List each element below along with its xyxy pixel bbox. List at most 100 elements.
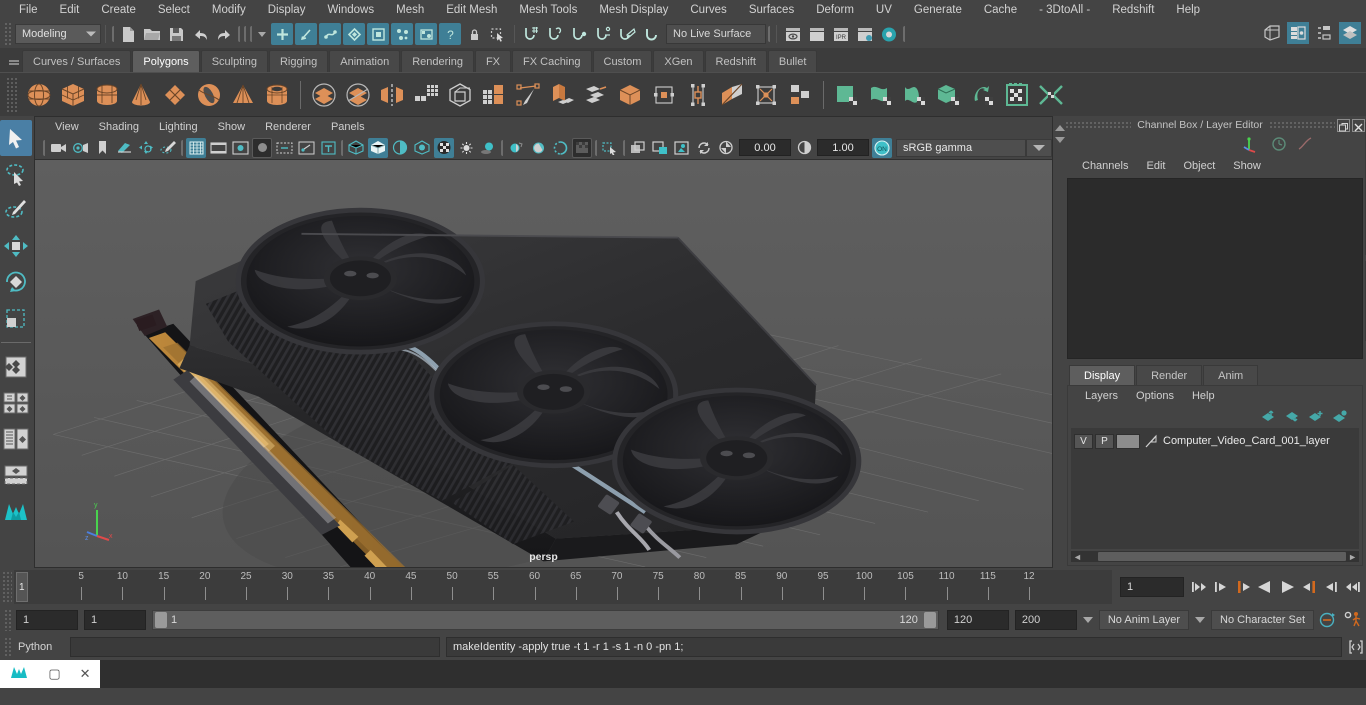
layer-row[interactable]: V P Computer_Video_Card_001_layer (1074, 431, 1356, 451)
separate-icon[interactable] (341, 76, 375, 114)
select-by-hierarchy-icon[interactable] (271, 23, 293, 45)
go-to-start-icon[interactable] (1190, 577, 1208, 597)
3d-viewport-canvas[interactable]: x y z persp (35, 160, 1052, 567)
snap-curve-icon[interactable] (544, 23, 566, 45)
outliner-persp-layout[interactable] (0, 421, 32, 457)
append-polygon-icon[interactable] (647, 76, 681, 114)
scroll-right-arrow[interactable]: ► (1346, 552, 1359, 562)
sculpt-mirror-icon[interactable] (1034, 76, 1068, 114)
render-settings-icon[interactable] (854, 23, 876, 45)
rotate-tool[interactable] (0, 264, 32, 300)
status-line-grip[interactable] (4, 22, 12, 46)
channel-box-menu-show[interactable]: Show (1224, 160, 1270, 172)
new-layer-from-selected-icon[interactable] (1332, 409, 1348, 423)
step-back-keyframe-icon[interactable] (1212, 577, 1230, 597)
select-by-component-icon[interactable] (319, 23, 341, 45)
render-view-icon[interactable] (782, 23, 804, 45)
command-input-field[interactable] (70, 637, 440, 657)
curve-icon[interactable] (1297, 136, 1313, 152)
layer-menu-layers[interactable]: Layers (1076, 390, 1127, 402)
layer-shading-icon[interactable] (1143, 434, 1159, 449)
restore-button[interactable] (1337, 118, 1350, 132)
mirror-icon[interactable] (375, 76, 409, 114)
hypershade-icon[interactable] (878, 23, 900, 45)
menu-item-windows[interactable]: Windows (316, 0, 385, 20)
scrollbar-thumb[interactable] (1097, 552, 1347, 561)
shelf-tab-fx-caching[interactable]: FX Caching (512, 50, 592, 72)
four-view-layout[interactable] (0, 385, 32, 421)
shelf-tab-sculpting[interactable]: Sculpting (200, 50, 268, 72)
use-default-material-icon[interactable] (412, 138, 432, 158)
new-layer-icon[interactable] (1308, 410, 1324, 423)
menu-item-uv[interactable]: UV (865, 0, 903, 20)
combine-icon[interactable] (307, 76, 341, 114)
redo-icon[interactable] (213, 23, 235, 45)
isolate-select-icon[interactable] (572, 137, 592, 158)
toolbar-grip[interactable] (110, 25, 116, 43)
toolbar-grip-5[interactable] (766, 25, 772, 43)
viewport-toolbar-grip-3[interactable] (339, 139, 345, 157)
app-icon[interactable] (9, 663, 29, 686)
new-scene-icon[interactable] (117, 23, 139, 45)
reduce-icon[interactable] (477, 76, 511, 114)
grease-pencil-icon[interactable] (158, 138, 178, 158)
xray-joint-icon[interactable] (650, 138, 670, 158)
shelf-tab-fx[interactable]: FX (474, 50, 512, 72)
panel-grip-left[interactable] (1065, 121, 1132, 129)
shelf-tab-rigging[interactable]: Rigging (268, 50, 329, 72)
poly-cylinder-icon[interactable] (90, 76, 124, 114)
layer-color-swatch[interactable] (1116, 433, 1140, 449)
menu-item-mesh-tools[interactable]: Mesh Tools (508, 0, 588, 20)
menu-item-help[interactable]: Help (1165, 0, 1211, 20)
menu-item-surfaces[interactable]: Surfaces (738, 0, 805, 20)
menu-item-mesh-display[interactable]: Mesh Display (588, 0, 679, 20)
textured-icon[interactable] (434, 137, 454, 158)
shelf-row-grip[interactable] (6, 76, 18, 113)
xray-joints-icon[interactable] (296, 138, 316, 158)
range-start-field[interactable]: 1 (84, 610, 146, 630)
time-slider-grip[interactable] (2, 571, 12, 603)
channel-box-menu-object[interactable]: Object (1174, 160, 1224, 172)
multi-cut-icon[interactable] (715, 76, 749, 114)
scroll-up-arrow[interactable] (1055, 125, 1065, 131)
gamma-field[interactable]: 1.00 (817, 139, 869, 156)
menu-item-redshift[interactable]: Redshift (1101, 0, 1165, 20)
shelf-tab-rendering[interactable]: Rendering (401, 50, 474, 72)
toolbar-grip-4[interactable] (248, 25, 254, 43)
uv-select-icon[interactable] (415, 23, 437, 45)
sculpt-fill-icon[interactable] (932, 76, 966, 114)
viewport-menu-view[interactable]: View (45, 121, 89, 133)
step-forward-keyframe-icon[interactable] (1322, 577, 1340, 597)
color-space-dropdown-arrow[interactable] (1026, 138, 1052, 157)
viewport-menu-panels[interactable]: Panels (321, 121, 375, 133)
xray-icon[interactable] (600, 138, 620, 158)
move-layer-up-icon[interactable] (1260, 410, 1276, 423)
sculpt-relax-icon[interactable] (898, 76, 932, 114)
animation-start-field[interactable]: 1 (16, 610, 78, 630)
toolbar-grip-6[interactable] (901, 25, 907, 43)
marquee-select-icon[interactable] (487, 23, 509, 45)
character-set-dropdown-arrow[interactable] (1195, 617, 1206, 623)
clock-icon[interactable] (1271, 136, 1287, 152)
range-end-field[interactable]: 120 (946, 610, 1009, 630)
viewport-refresh-icon[interactable] (694, 138, 714, 158)
shelf-tab-curves-surfaces[interactable]: Curves / Surfaces (22, 50, 132, 72)
close-button[interactable] (1352, 118, 1365, 132)
merge-vertices-icon[interactable] (783, 76, 817, 114)
anim-layer-dropdown-arrow[interactable] (1082, 617, 1093, 623)
color-space-selector[interactable]: sRGB gamma (896, 138, 1026, 157)
sculpt-freeze-icon[interactable] (1000, 76, 1034, 114)
menu-item-mesh[interactable]: Mesh (385, 0, 435, 20)
menu-item-cache[interactable]: Cache (973, 0, 1028, 20)
gate-mask-icon[interactable] (252, 137, 272, 158)
persp-graph-layout[interactable] (0, 457, 32, 493)
undo-icon[interactable] (189, 23, 211, 45)
bevel-icon[interactable] (579, 76, 613, 114)
menu-item-3dtoall[interactable]: - 3DtoAll - (1028, 0, 1101, 20)
exposure-field[interactable]: 0.00 (739, 139, 791, 156)
layer-list-scrollbar[interactable]: ◄ ► (1071, 551, 1359, 562)
shelf-tab-animation[interactable]: Animation (329, 50, 401, 72)
channel-box-content-area[interactable] (1067, 178, 1363, 359)
auto-keyframe-icon[interactable] (1314, 611, 1340, 629)
menu-set-selector[interactable]: Modeling (15, 24, 101, 44)
